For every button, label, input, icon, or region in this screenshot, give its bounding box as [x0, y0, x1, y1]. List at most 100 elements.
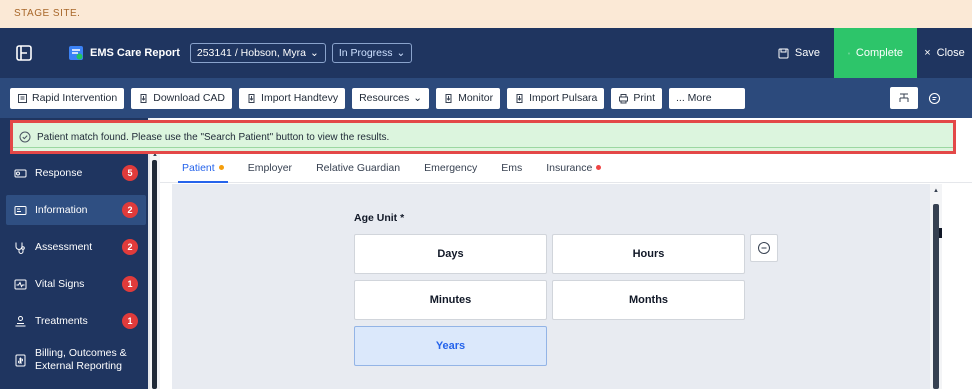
tab-label: Relative Guardian: [316, 161, 401, 174]
response-icon: [14, 169, 27, 177]
tab-label: Ems: [501, 161, 523, 174]
status-dot-icon: [218, 165, 224, 170]
section-tabs: Patient Employer Relative Guardian Emerg…: [160, 153, 972, 183]
minus-circle-icon: [758, 242, 770, 254]
sidebar-item-label-line1: Billing, Outcomes &: [35, 347, 127, 359]
sidebar-item-information[interactable]: Information 2: [6, 195, 146, 225]
chat-icon: [928, 92, 940, 104]
option-label: Years: [435, 340, 466, 352]
age-unit-option-days[interactable]: Days: [354, 234, 547, 274]
status-selector[interactable]: In Progress ⌄: [331, 43, 413, 63]
more-button[interactable]: ... More: [668, 87, 745, 109]
sidebar-item-treatments[interactable]: Treatments 1: [6, 306, 146, 336]
heartbeat-icon: [14, 279, 27, 289]
option-label: Hours: [632, 248, 665, 260]
sidebar-item-assessment[interactable]: Assessment 2: [6, 232, 146, 262]
sidebar-item-label: Information: [35, 204, 88, 216]
resources-dropdown[interactable]: Resources ⌄: [352, 87, 430, 109]
tab-insurance[interactable]: Insurance: [546, 153, 602, 183]
import-handtevy-button[interactable]: Import Handtevy: [239, 87, 346, 109]
sidebar-item-label-line2: External Reporting: [35, 360, 122, 372]
required-marker: *: [400, 212, 405, 224]
import-icon: [248, 93, 255, 103]
scroll-up-icon[interactable]: ▲: [933, 188, 939, 194]
sidebar-scrollbar-thumb[interactable]: [152, 160, 157, 389]
rapid-intervention-label: Rapid Intervention: [32, 92, 118, 104]
download-cad-button[interactable]: Download CAD: [131, 87, 233, 109]
close-label: Close: [936, 47, 965, 59]
import-handtevy-label: Import Handtevy: [261, 92, 339, 104]
rapid-intervention-button[interactable]: Rapid Intervention: [10, 87, 125, 109]
more-label: ... More: [675, 92, 712, 104]
option-label: Months: [628, 294, 669, 306]
chevron-down-icon: ⌄: [396, 47, 406, 59]
patient-selector-value: 253141 / Hobson, Myra: [196, 47, 307, 59]
sidebar-item-response[interactable]: Response 5: [6, 158, 146, 188]
option-label: Days: [437, 248, 464, 260]
save-label: Save: [794, 47, 820, 59]
stethoscope-icon: [15, 242, 25, 254]
age-unit-option-months[interactable]: Months: [552, 280, 745, 320]
tab-label: Emergency: [424, 161, 478, 174]
status-selector-value: In Progress: [338, 47, 393, 59]
complete-label: Complete: [855, 47, 903, 59]
tab-label: Employer: [247, 161, 293, 174]
app-header: EMS Care Report 253141 / Hobson, Myra ⌄ …: [0, 28, 972, 78]
stage-site-text: STAGE SITE.: [14, 8, 81, 19]
age-unit-label: Age Unit *: [354, 212, 404, 224]
tab-emergency[interactable]: Emergency: [424, 153, 477, 183]
patient-selector[interactable]: 253141 / Hobson, Myra ⌄: [189, 43, 326, 63]
download-cad-label: Download CAD: [153, 92, 226, 104]
sidebar-nav: Response 5 Information 2 Assessment 2 Vi…: [0, 118, 148, 389]
monitor-button[interactable]: Monitor: [436, 87, 501, 109]
layout-toggle-button[interactable]: [890, 87, 918, 109]
import-icon: [445, 93, 452, 103]
stage-site-banner: STAGE SITE.: [0, 0, 972, 28]
logo-icon[interactable]: [0, 28, 48, 78]
save-icon: [778, 48, 789, 58]
save-button[interactable]: Save: [764, 28, 834, 78]
tab-patient[interactable]: Patient: [178, 153, 228, 183]
ems-report-icon: [69, 46, 83, 60]
app-title: EMS Care Report: [90, 47, 180, 59]
age-unit-option-minutes[interactable]: Minutes: [354, 280, 547, 320]
tab-ems[interactable]: Ems: [501, 153, 522, 183]
content-scrollbar[interactable]: ▲: [930, 184, 942, 389]
clear-selection-button[interactable]: [750, 234, 778, 262]
import-pulsara-label: Import Pulsara: [529, 92, 598, 104]
tab-employer[interactable]: Employer: [248, 153, 292, 183]
monitor-label: Monitor: [458, 92, 494, 104]
age-unit-option-hours[interactable]: Hours: [552, 234, 745, 274]
main-content: Patient Employer Relative Guardian Emerg…: [160, 118, 972, 389]
close-button[interactable]: × Close: [917, 28, 972, 78]
sidebar-scrollbar[interactable]: ▲: [150, 118, 160, 389]
sidebar-item-label: Response: [35, 167, 83, 179]
treatment-icon: [15, 315, 26, 326]
resources-label: Resources: [359, 92, 410, 104]
chevron-down-icon: ⌄: [413, 92, 423, 104]
chevron-down-icon: ⌄: [310, 47, 319, 59]
sitemap-icon: [899, 93, 909, 102]
sidebar-item-label: Vital Signs: [35, 278, 85, 290]
count-badge: 2: [122, 239, 138, 255]
count-badge: 1: [122, 313, 138, 329]
tab-label: Insurance: [546, 161, 593, 174]
tab-relative-guardian[interactable]: Relative Guardian: [316, 153, 400, 183]
import-icon: [140, 93, 147, 103]
count-badge: 1: [122, 276, 138, 292]
print-button[interactable]: Print: [611, 87, 662, 109]
import-pulsara-button[interactable]: Import Pulsara: [507, 87, 605, 109]
printer-icon: [619, 93, 629, 103]
complete-button[interactable]: Complete: [834, 28, 917, 78]
age-unit-label-text: Age Unit: [354, 212, 398, 224]
alert-message: Patient match found. Please use the "Sea…: [37, 131, 390, 143]
tab-label: Patient: [182, 161, 215, 174]
age-unit-option-years[interactable]: Years: [354, 326, 547, 366]
sidebar-item-vital-signs[interactable]: Vital Signs 1: [6, 269, 146, 299]
option-label: Minutes: [429, 294, 472, 306]
check-circle-icon: [848, 52, 850, 54]
scroll-marker: [939, 228, 942, 238]
chat-button[interactable]: [920, 87, 948, 109]
close-icon: ×: [924, 47, 931, 59]
sidebar-item-billing[interactable]: Billing, Outcomes & External Reporting: [6, 341, 146, 379]
